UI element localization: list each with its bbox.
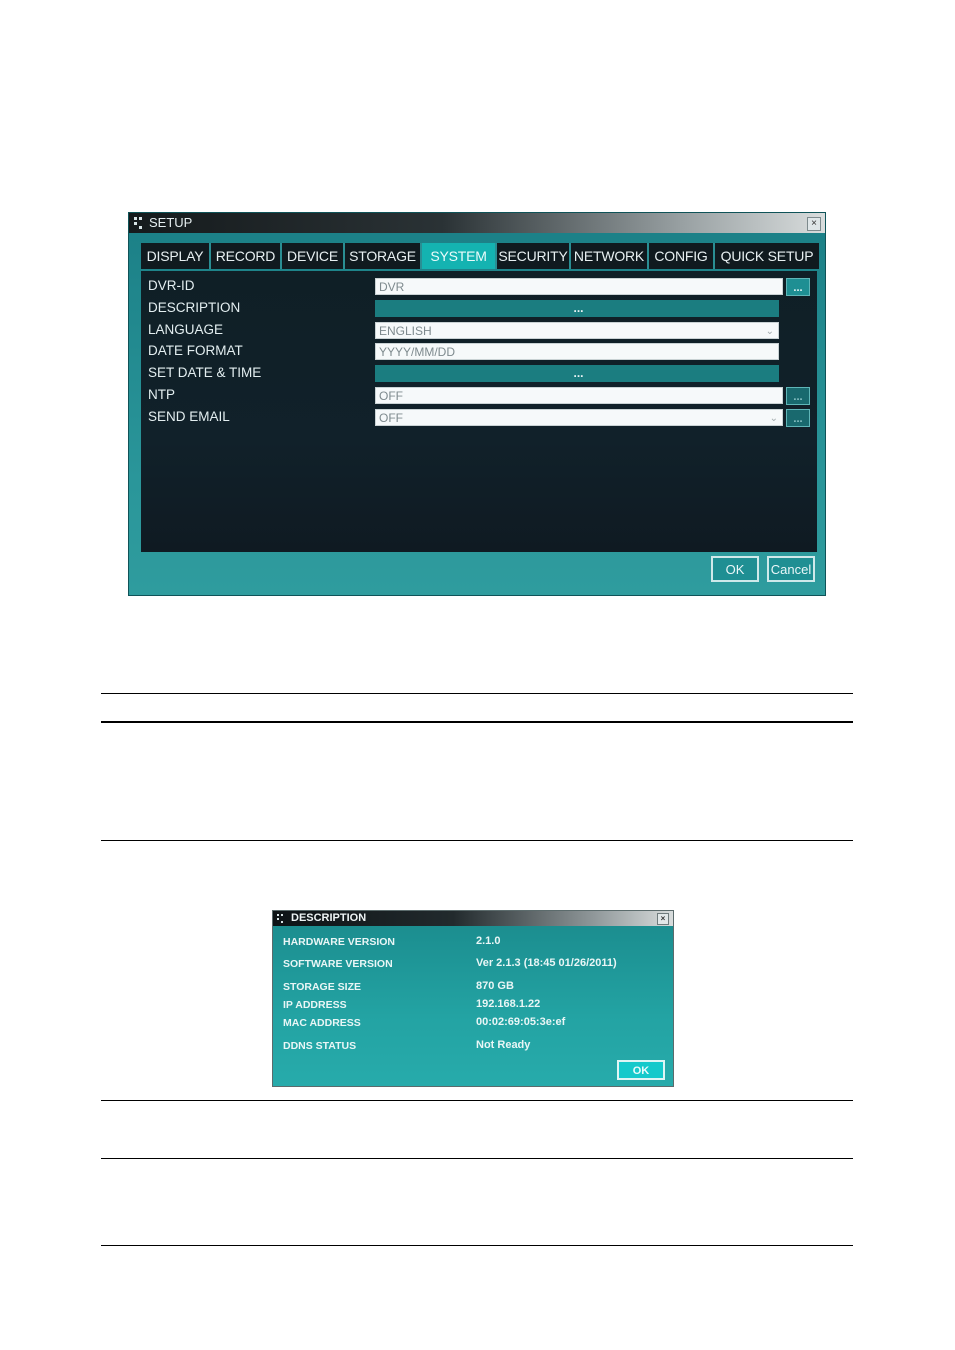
chevron-down-icon: ⌄ <box>769 413 778 424</box>
set-date-time-button[interactable]: ... <box>375 365 779 382</box>
send-email-settings-button[interactable]: ... <box>786 409 810 427</box>
tab-security[interactable]: SECURITY <box>497 243 571 269</box>
tab-record[interactable]: RECORD <box>211 243 282 269</box>
close-icon[interactable]: × <box>807 217 821 231</box>
storage-size-label: STORAGE SIZE <box>283 981 361 993</box>
ntp-select[interactable]: OFF <box>375 387 783 404</box>
chevron-down-icon: ⌄ <box>765 326 774 337</box>
system-settings-panel: DVR-ID DVR ... DESCRIPTION ... LANGUAGE … <box>141 271 817 552</box>
set-date-time-label: SET DATE & TIME <box>148 365 262 380</box>
description-window: DESCRIPTION × HARDWARE VERSION 2.1.0 SOF… <box>272 910 674 1087</box>
dvr-id-edit-button[interactable]: ... <box>786 278 810 296</box>
description-label: DESCRIPTION <box>148 300 241 315</box>
app-logo-icon <box>277 914 287 924</box>
table-header-rule <box>101 721 853 723</box>
app-logo-icon <box>134 217 144 229</box>
tab-storage[interactable]: STORAGE <box>345 243 422 269</box>
tab-display[interactable]: DISPLAY <box>141 243 211 269</box>
ntp-settings-button[interactable]: ... <box>786 387 810 405</box>
close-icon[interactable]: × <box>657 913 669 925</box>
mac-address-value: 00:02:69:05:3e:ef <box>476 1016 566 1028</box>
description-titlebar: DESCRIPTION × <box>273 911 673 926</box>
mac-address-label: MAC ADDRESS <box>283 1017 361 1029</box>
ddns-status-value: Not Ready <box>476 1039 531 1051</box>
ip-address-value: 192.168.1.22 <box>476 998 541 1010</box>
storage-size-value: 870 GB <box>476 980 514 992</box>
ddns-status-label: DDNS STATUS <box>283 1040 357 1052</box>
language-label: LANGUAGE <box>148 322 224 337</box>
table-rule-top <box>101 693 853 694</box>
language-value: ENGLISH <box>379 324 432 338</box>
table-row-rule <box>101 1158 853 1159</box>
table-row-rule <box>101 1100 853 1101</box>
tab-network[interactable]: NETWORK <box>571 243 649 269</box>
language-select[interactable]: ENGLISH ⌄ <box>375 322 779 339</box>
send-email-label: SEND EMAIL <box>148 409 230 424</box>
table-bottom-rule <box>101 1245 853 1246</box>
tab-system[interactable]: SYSTEM <box>422 243 497 269</box>
setup-titlebar: SETUP × <box>129 213 825 233</box>
setup-window: SETUP × DISPLAY RECORD DEVICE STORAGE SY… <box>128 212 826 596</box>
send-email-select[interactable]: OFF ⌄ <box>375 409 783 426</box>
setup-title: SETUP <box>149 215 193 230</box>
tab-device[interactable]: DEVICE <box>282 243 345 269</box>
hardware-version-label: HARDWARE VERSION <box>283 936 396 948</box>
date-format-label: DATE FORMAT <box>148 343 243 358</box>
ok-button[interactable]: OK <box>711 556 759 582</box>
cancel-button[interactable]: Cancel <box>767 556 815 582</box>
tab-config[interactable]: CONFIG <box>649 243 715 269</box>
tab-quick-setup[interactable]: QUICK SETUP <box>715 243 819 269</box>
hardware-version-value: 2.1.0 <box>476 935 501 947</box>
send-email-value: OFF <box>379 411 403 425</box>
description-title: DESCRIPTION <box>291 912 367 924</box>
description-button[interactable]: ... <box>375 300 779 317</box>
table-row-rule <box>101 840 853 841</box>
setup-tabs: DISPLAY RECORD DEVICE STORAGE SYSTEM SEC… <box>141 243 821 269</box>
ok-button[interactable]: OK <box>617 1060 665 1080</box>
software-version-value: Ver 2.1.3 (18:45 01/26/2011) <box>476 957 617 969</box>
software-version-label: SOFTWARE VERSION <box>283 958 393 970</box>
dvr-id-label: DVR-ID <box>148 278 195 293</box>
date-format-select[interactable]: YYYY/MM/DD <box>375 343 779 360</box>
ip-address-label: IP ADDRESS <box>283 999 347 1011</box>
dvr-id-field[interactable]: DVR <box>375 278 783 295</box>
ntp-label: NTP <box>148 387 175 402</box>
